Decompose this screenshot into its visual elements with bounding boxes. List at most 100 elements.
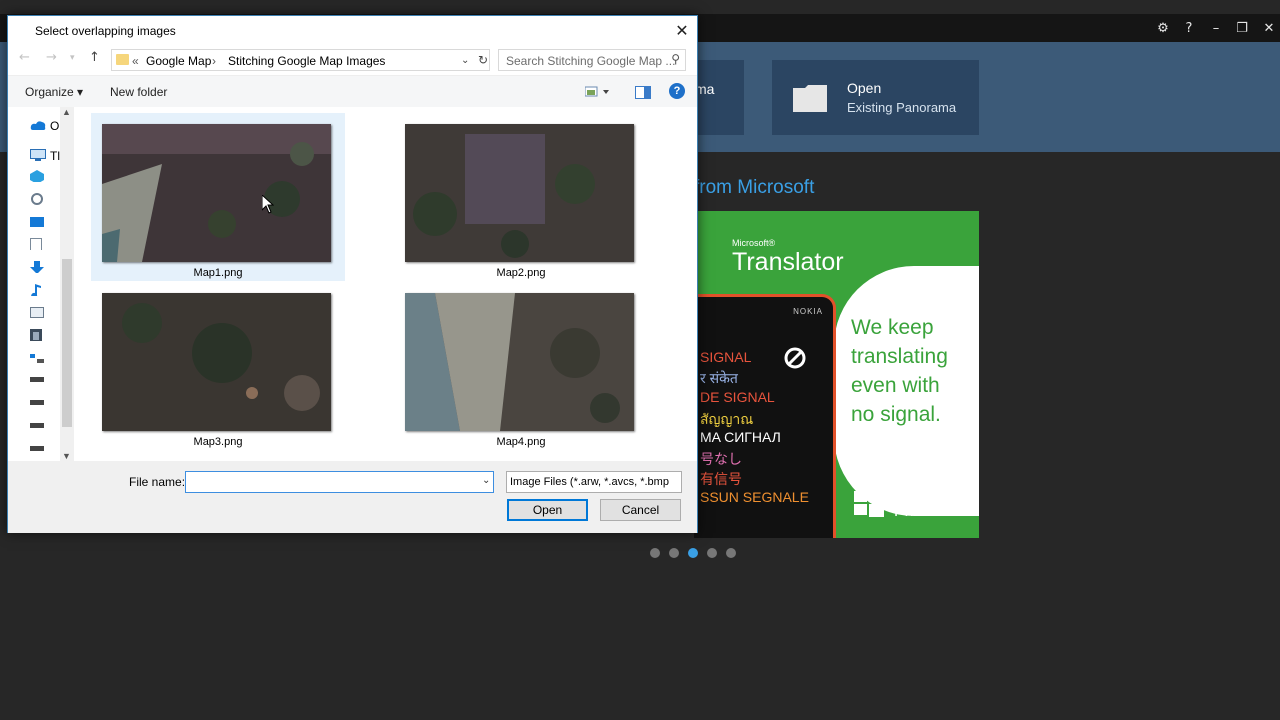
preview-pane-icon[interactable] xyxy=(635,86,651,99)
nav-label-onedrive[interactable]: O xyxy=(50,119,59,133)
map4-thumbnail xyxy=(405,293,634,431)
open-tile-title: Open xyxy=(847,80,882,96)
download-icon[interactable] xyxy=(30,261,44,273)
carousel-dot[interactable] xyxy=(726,548,736,558)
scroll-up-icon[interactable]: ▲ xyxy=(62,107,71,117)
file-open-dialog: Select overlapping images ✕ ← → ▾ ↑ « Go… xyxy=(7,15,698,533)
phone-line: SSUN SEGNALE xyxy=(700,489,809,505)
music-icon[interactable] xyxy=(30,284,44,296)
from-microsoft-heading: from Microsoft xyxy=(694,177,815,198)
address-bar[interactable]: « Google Map › Stitching Google Map Imag… xyxy=(111,49,490,71)
phone-line: र संकेत xyxy=(700,370,738,386)
open-button[interactable]: Open xyxy=(507,499,588,521)
search-placeholder: Search Stitching Google Map ... xyxy=(506,54,676,68)
search-icon[interactable]: ⚲ xyxy=(671,52,680,66)
navigation-bar: ← → ▾ ↑ « Google Map › Stitching Google … xyxy=(8,45,697,75)
file-name-label: Map3.png xyxy=(193,436,243,448)
pictures-icon[interactable] xyxy=(30,307,44,319)
windows-phone-label: Windows Phone xyxy=(894,486,959,520)
map1-thumbnail xyxy=(102,124,331,262)
network-icon[interactable] xyxy=(30,193,44,205)
help-icon[interactable]: ? xyxy=(669,83,685,99)
drive-icon[interactable] xyxy=(30,421,44,433)
scrollbar-thumb[interactable] xyxy=(62,259,72,427)
3d-objects-icon[interactable] xyxy=(30,170,44,182)
gear-icon[interactable]: ⚙ xyxy=(1150,14,1176,42)
breadcrumb-separator: › xyxy=(212,54,216,68)
documents-icon[interactable] xyxy=(30,238,44,250)
navigation-pane: O Tl ▲ ▼ xyxy=(8,107,74,461)
close-icon[interactable]: ✕ xyxy=(667,16,697,45)
drive-icon[interactable] xyxy=(30,398,44,410)
file-name-label: Map1.png xyxy=(193,267,243,279)
open-tile-subtitle: Existing Panorama xyxy=(847,100,957,115)
map2-thumbnail xyxy=(405,124,634,262)
videos-icon[interactable] xyxy=(30,329,44,341)
breadcrumb-google-map[interactable]: Google Map xyxy=(146,54,211,68)
dialog-titlebar: Select overlapping images ✕ xyxy=(8,16,697,45)
ad-slogan: We keep translating even with no signal. xyxy=(851,313,948,429)
file-item-map3[interactable]: Map3.png xyxy=(91,282,345,450)
phone-line: 号なし xyxy=(700,451,742,467)
desktop-icon[interactable] xyxy=(30,216,44,228)
breadcrumb-current-folder[interactable]: Stitching Google Map Images xyxy=(228,54,385,68)
organize-menu[interactable]: Organize ▾ xyxy=(25,85,83,99)
search-input[interactable]: Search Stitching Google Map ... ⚲ xyxy=(498,49,686,71)
scroll-down-icon[interactable]: ▼ xyxy=(62,451,71,461)
translator-ad[interactable]: Microsoft® Translator NOKIA SIGNAL र संक… xyxy=(694,211,979,538)
file-name-label: File name: xyxy=(129,475,186,489)
dialog-footer: File name: ⌄ Image Files (*.arw, *.avcs,… xyxy=(8,461,697,533)
chevron-down-icon[interactable]: ⌄ xyxy=(482,475,490,486)
file-name-label: Map4.png xyxy=(496,436,546,448)
restore-icon[interactable]: ❐ xyxy=(1229,14,1255,42)
carousel-dots xyxy=(650,548,736,558)
file-type-select[interactable]: Image Files (*.arw, *.avcs, *.bmp xyxy=(506,471,682,493)
carousel-dot-active[interactable] xyxy=(688,548,698,558)
carousel-dot[interactable] xyxy=(669,548,679,558)
no-signal-icon xyxy=(784,347,806,369)
cancel-button[interactable]: Cancel xyxy=(600,499,681,521)
open-panorama-tile[interactable]: Open Existing Panorama xyxy=(772,60,979,135)
file-item-map1[interactable]: Map1.png xyxy=(91,113,345,281)
ad-brand: Microsoft® xyxy=(732,238,776,248)
forward-arrow-icon[interactable]: → xyxy=(46,50,57,65)
back-arrow-icon[interactable]: ← xyxy=(19,50,30,65)
drive-icon[interactable] xyxy=(30,375,44,387)
refresh-icon[interactable]: ↻ xyxy=(478,53,488,67)
ad-title: Translator xyxy=(732,248,844,276)
carousel-dot[interactable] xyxy=(707,548,717,558)
file-item-map2[interactable]: Map2.png xyxy=(394,113,648,281)
nokia-label: NOKIA xyxy=(793,307,823,316)
view-icon[interactable] xyxy=(585,86,611,98)
phone-line: DE SIGNAL xyxy=(700,389,775,405)
network-drive-icon[interactable] xyxy=(30,352,44,364)
help-icon[interactable]: ? xyxy=(1176,14,1202,42)
file-name-input[interactable] xyxy=(185,471,494,493)
close-icon[interactable]: ✕ xyxy=(1256,14,1280,42)
mouse-cursor-icon xyxy=(262,195,274,214)
up-arrow-icon[interactable]: ↑ xyxy=(89,50,100,65)
folder-icon xyxy=(793,85,827,112)
windows-logo-icon xyxy=(854,489,884,517)
onedrive-icon[interactable] xyxy=(30,119,46,131)
chevron-down-icon[interactable]: ⌄ xyxy=(461,55,469,66)
file-type-value: Image Files (*.arw, *.avcs, *.bmp xyxy=(510,476,669,488)
slogan-line: no signal. xyxy=(851,403,941,426)
new-folder-button[interactable]: New folder xyxy=(110,85,167,99)
dialog-title: Select overlapping images xyxy=(35,24,176,38)
nav-label-this-pc[interactable]: Tl xyxy=(50,149,60,163)
nav-scrollbar[interactable]: ▲ ▼ xyxy=(60,107,74,461)
phone-line: MA CИГНАЛ xyxy=(700,429,781,445)
breadcrumb-overflow[interactable]: « xyxy=(132,54,139,68)
dialog-toolbar: Organize ▾ New folder ? xyxy=(8,75,697,107)
slogan-line: We keep xyxy=(851,316,934,339)
this-pc-icon[interactable] xyxy=(30,149,46,161)
phone-line: SIGNAL xyxy=(700,349,752,365)
file-item-map4[interactable]: Map4.png xyxy=(394,282,648,450)
minimize-icon[interactable]: – xyxy=(1203,14,1229,42)
carousel-dot[interactable] xyxy=(650,548,660,558)
file-list: Map1.png Map2.png Map3.png Map4.png xyxy=(74,107,697,461)
drive-icon[interactable] xyxy=(30,444,44,456)
chevron-down-icon[interactable]: ▾ xyxy=(70,53,75,63)
map3-thumbnail xyxy=(102,293,331,431)
